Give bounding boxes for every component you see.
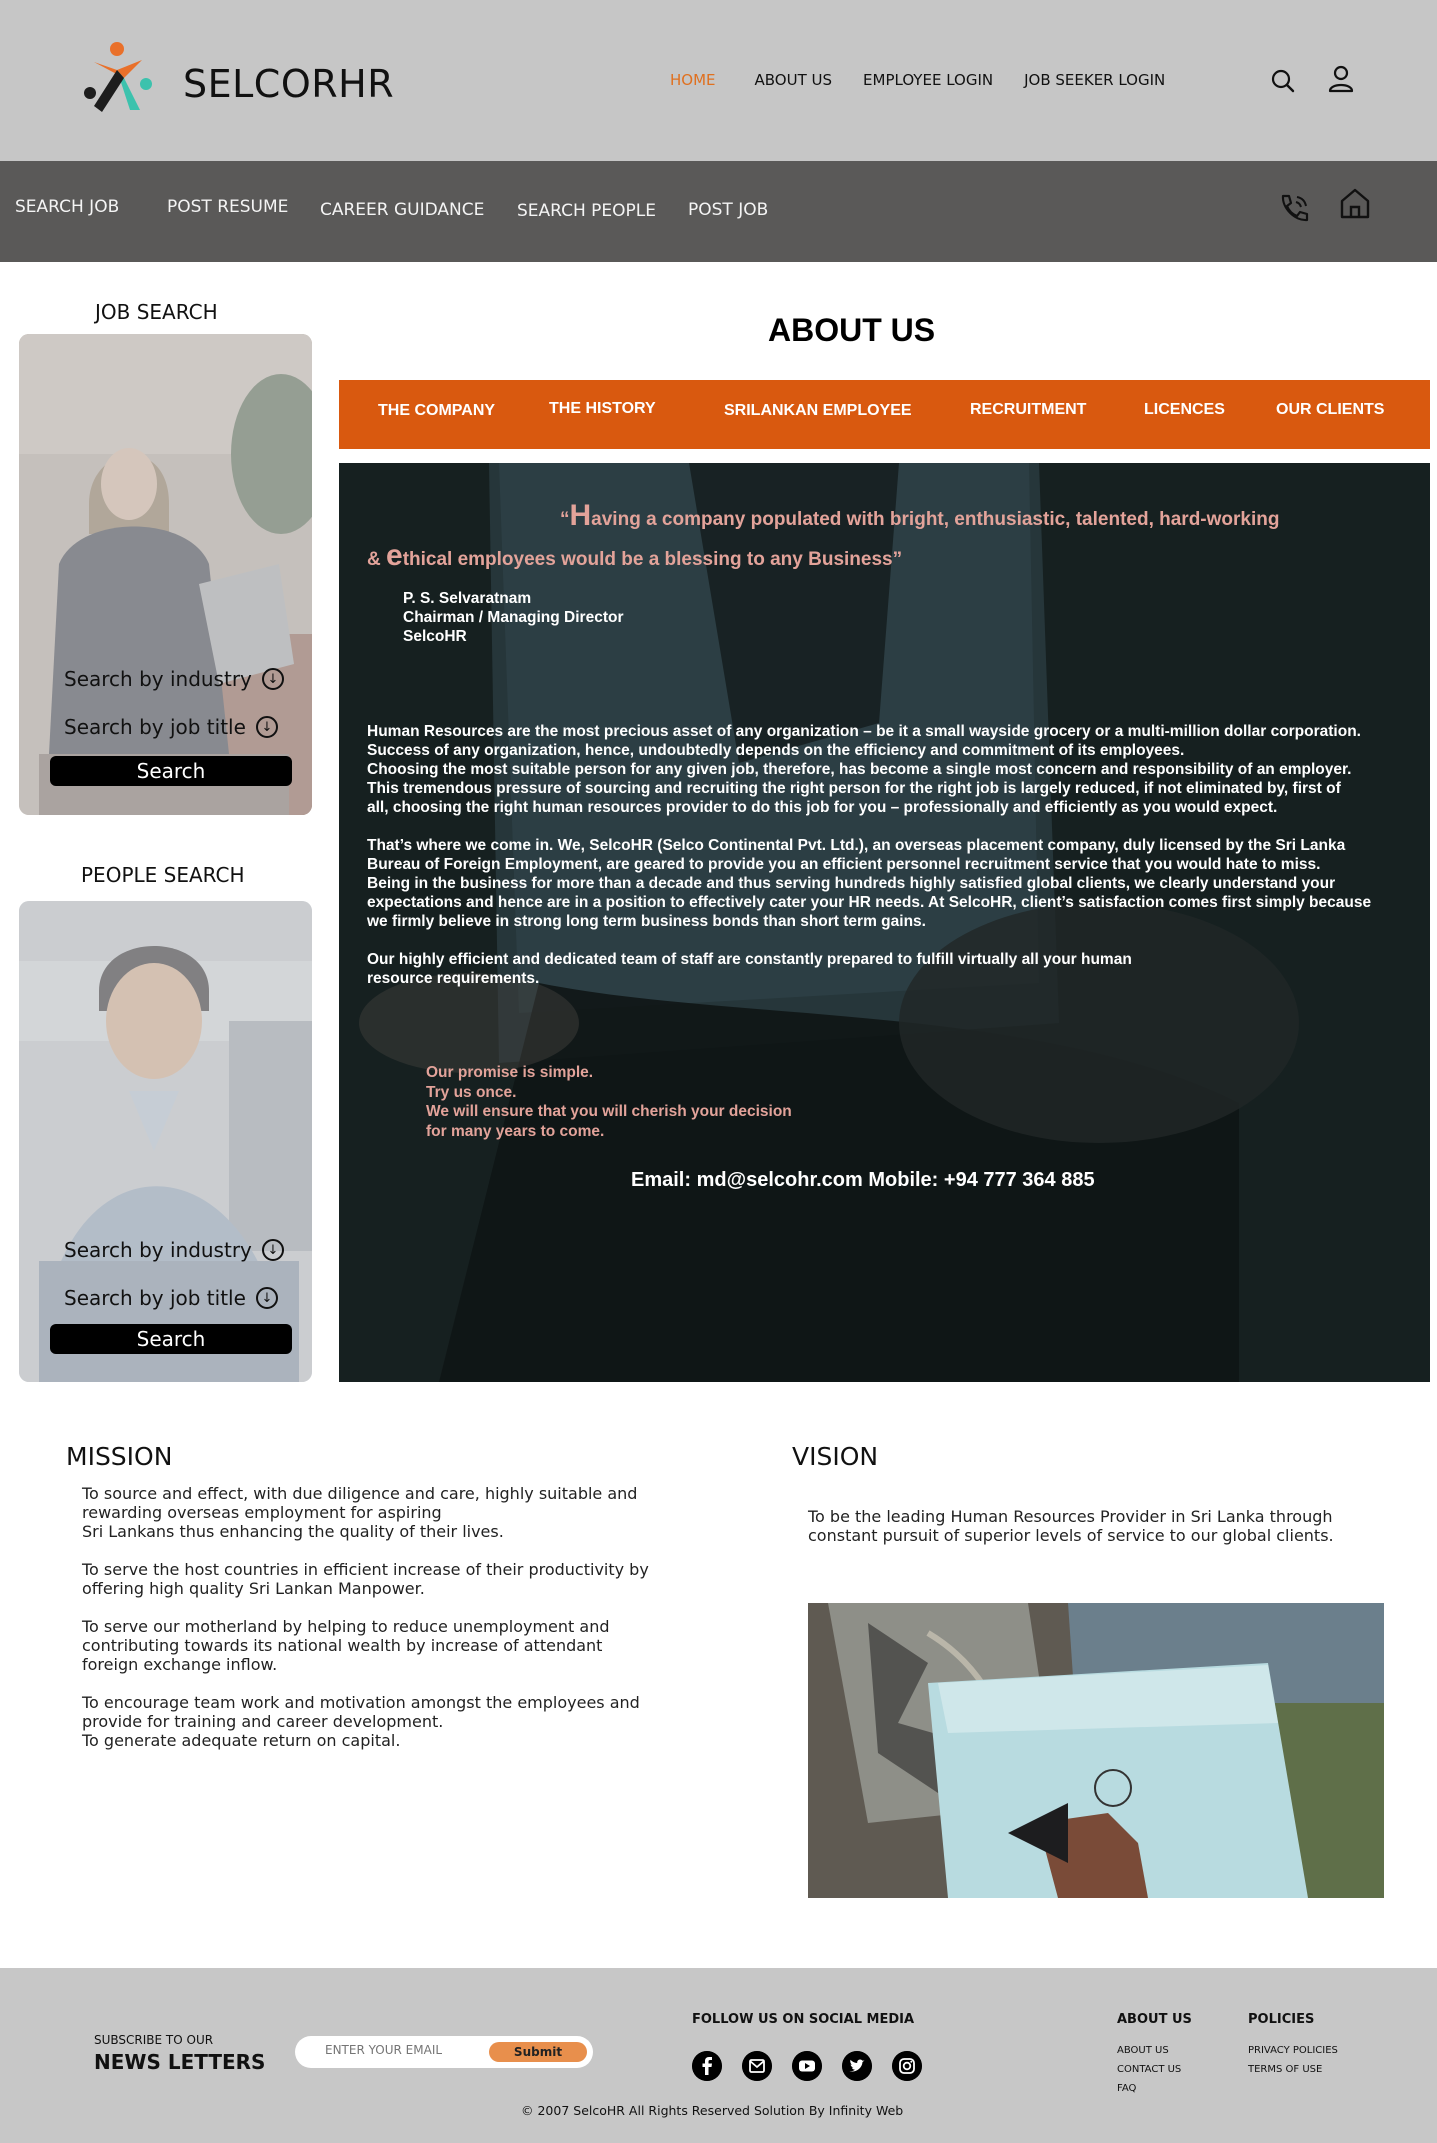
- job-search-panel: Search by industry ↓ Search by job title…: [19, 334, 312, 815]
- quote-drop-cap-h: H: [569, 499, 592, 532]
- instagram-icon[interactable]: [892, 2051, 922, 2081]
- tab-licences[interactable]: LICENCES: [1144, 401, 1225, 419]
- search-icon[interactable]: [1268, 66, 1298, 96]
- job-search-title-label: Search by job title: [64, 715, 246, 739]
- mail-icon[interactable]: [742, 2051, 772, 2081]
- copyright: © 2007 SelcoHR All Rights Reserved Solut…: [521, 2103, 904, 2118]
- phone-icon[interactable]: [1277, 191, 1311, 225]
- people-search-by-job-title[interactable]: Search by job title ↓: [64, 1286, 278, 1310]
- hero-content: “Having a company populated with bright,…: [339, 463, 1430, 1382]
- vision-title: VISION: [792, 1442, 879, 1471]
- mission-point-4: To encourage team work and motivation am…: [82, 1693, 640, 1750]
- secondary-nav: SEARCH JOB POST RESUME CAREER GUIDANCE S…: [0, 161, 1437, 262]
- tab-our-clients[interactable]: OUR CLIENTS: [1276, 401, 1384, 419]
- people-search-panel: Search by industry ↓ Search by job title…: [19, 901, 312, 1382]
- brand-name[interactable]: SELCORHR: [183, 62, 394, 106]
- social-title: FOLLOW US ON SOCIAL MEDIA: [692, 2012, 915, 2027]
- subscribe-big: NEWS LETTERS: [94, 2050, 266, 2074]
- people-search-by-industry[interactable]: Search by industry ↓: [64, 1238, 284, 1262]
- people-search-title: PEOPLE SEARCH: [81, 863, 245, 887]
- subnav-post-job[interactable]: POST JOB: [688, 200, 768, 220]
- quote-line1-text: aving a company populated with bright, e…: [591, 509, 1280, 530]
- arrow-down-circle-icon: ↓: [255, 1287, 278, 1309]
- about-paragraph-2: That’s where we come in. We, SelcoHR (Se…: [367, 837, 1372, 930]
- youtube-icon[interactable]: [792, 2051, 822, 2081]
- subnav-post-resume[interactable]: POST RESUME: [167, 197, 288, 217]
- tab-the-history[interactable]: THE HISTORY: [549, 400, 656, 418]
- contact-line: Email: md@selcohr.com Mobile: +94 777 36…: [631, 1169, 1095, 1191]
- arrow-down-circle-icon: ↓: [261, 668, 284, 690]
- job-search-title: JOB SEARCH: [95, 300, 218, 324]
- tab-recruitment[interactable]: RECRUITMENT: [970, 401, 1086, 419]
- job-search-overlay: [19, 334, 312, 815]
- quote-line2-text: thical employees would be a blessing to …: [402, 549, 903, 570]
- home-icon[interactable]: [1338, 186, 1372, 220]
- mission-point-3: To serve our motherland by helping to re…: [82, 1617, 610, 1674]
- chairman-quote-line1: “Having a company populated with bright,…: [560, 499, 1279, 533]
- job-search-by-industry[interactable]: Search by industry ↓: [64, 667, 284, 691]
- chairman-quote-line2: & ethical employees would be a blessing …: [367, 539, 902, 573]
- mission-title: MISSION: [66, 1442, 173, 1471]
- nav-about-us[interactable]: ABOUT US: [755, 71, 833, 89]
- site-header: SELCORHR HOME ABOUT US EMPLOYEE LOGIN JO…: [0, 0, 1437, 161]
- vision-text: To be the leading Human Resources Provid…: [808, 1507, 1334, 1545]
- promise-text: Our promise is simple. Try us once. We w…: [426, 1064, 792, 1140]
- subscribe-small: SUBSCRIBE TO OUR: [94, 2033, 214, 2047]
- footer-link-privacy[interactable]: PRIVACY POLICIES: [1248, 2045, 1338, 2056]
- nav-employee-login[interactable]: EMPLOYEE LOGIN: [863, 71, 993, 89]
- about-hero: “Having a company populated with bright,…: [339, 463, 1430, 1382]
- facebook-icon[interactable]: [692, 2051, 722, 2081]
- vision-photo: [808, 1603, 1384, 1898]
- footer-link-about-us[interactable]: ABOUT US: [1117, 2045, 1169, 2056]
- footer-policies-title: POLICIES: [1248, 2012, 1315, 2027]
- mission-point-2: To serve the host countries in efficient…: [82, 1560, 649, 1598]
- footer-link-terms[interactable]: TERMS OF USE: [1248, 2064, 1322, 2075]
- page: SELCORHR HOME ABOUT US EMPLOYEE LOGIN JO…: [0, 0, 1437, 2143]
- people-search-button[interactable]: Search: [50, 1324, 292, 1354]
- subnav-search-people[interactable]: SEARCH PEOPLE: [517, 201, 656, 221]
- newsletter-form: Submit: [295, 2036, 593, 2068]
- chairman-signature: P. S. Selvaratnam Chairman / Managing Di…: [403, 590, 624, 645]
- newsletter-submit-button[interactable]: Submit: [489, 2042, 587, 2062]
- user-icon[interactable]: [1326, 64, 1356, 94]
- about-paragraph-1: Human Resources are the most precious as…: [367, 723, 1361, 816]
- mission-point-1: To source and effect, with due diligence…: [82, 1484, 638, 1541]
- site-footer: SUBSCRIBE TO OUR NEWS LETTERS Submit FOL…: [0, 1968, 1437, 2143]
- job-search-button[interactable]: Search: [50, 756, 292, 786]
- twitter-icon[interactable]: [842, 2051, 872, 2081]
- tab-the-company[interactable]: THE COMPANY: [378, 402, 495, 420]
- top-nav: HOME ABOUT US EMPLOYEE LOGIN JOB SEEKER …: [670, 71, 1165, 89]
- quote-open-mark: “: [560, 509, 570, 530]
- people-search-industry-label: Search by industry: [64, 1238, 252, 1262]
- nav-home[interactable]: HOME: [670, 71, 716, 89]
- about-tabs: THE COMPANY THE HISTORY SRILANKAN EMPLOY…: [339, 380, 1430, 449]
- footer-about-title: ABOUT US: [1117, 2012, 1192, 2027]
- arrow-down-circle-icon: ↓: [261, 1239, 284, 1261]
- about-paragraph-3: Our highly efficient and dedicated team …: [367, 951, 1132, 987]
- subnav-career-guidance[interactable]: CAREER GUIDANCE: [320, 200, 484, 220]
- footer-link-faq[interactable]: FAQ: [1117, 2083, 1136, 2094]
- nav-job-seeker-login[interactable]: JOB SEEKER LOGIN: [1024, 71, 1165, 89]
- quote-drop-cap-e: e: [386, 539, 403, 572]
- footer-link-contact-us[interactable]: CONTACT US: [1117, 2064, 1181, 2075]
- about-title: ABOUT US: [768, 312, 936, 348]
- quote-ampersand: &: [367, 549, 386, 570]
- subnav-search-job[interactable]: SEARCH JOB: [15, 197, 119, 217]
- people-search-title-label: Search by job title: [64, 1286, 246, 1310]
- arrow-down-circle-icon: ↓: [255, 716, 278, 738]
- newsletter-email-input[interactable]: [325, 2043, 485, 2057]
- tab-srilankan-employee[interactable]: SRILANKAN EMPLOYEE: [724, 402, 912, 420]
- logo-icon[interactable]: [80, 40, 158, 118]
- job-search-industry-label: Search by industry: [64, 667, 252, 691]
- job-search-by-job-title[interactable]: Search by job title ↓: [64, 715, 278, 739]
